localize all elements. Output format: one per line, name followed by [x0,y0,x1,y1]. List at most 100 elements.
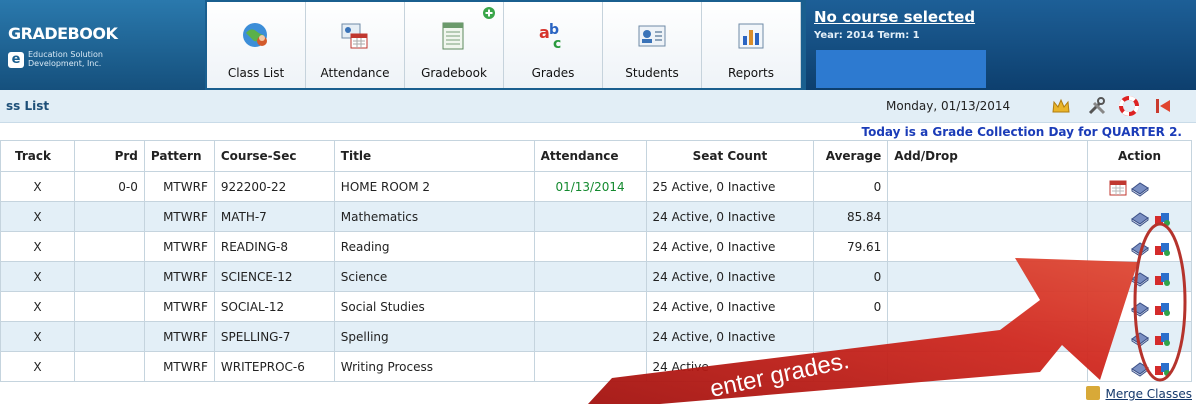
merge-classes-link[interactable]: Merge Classes [1106,387,1192,401]
cell-add-drop [887,351,1089,382]
cell-add-drop [887,321,1089,352]
tab-reports-label: Reports [727,66,775,80]
cell-prd: 0-0 [73,171,145,202]
cell-average: 85.84 [813,201,889,232]
company-logo-icon: e [8,52,24,68]
tab-attendance-label: Attendance [320,66,390,80]
cell-action [1087,231,1192,262]
main-nav: Class List Attendance Gradebook a b c Gr… [207,2,801,88]
col-seat-count[interactable]: Seat Count [645,140,815,172]
table-row[interactable]: X MTWRF MATH-7 Mathematics 24 Active, 0 … [0,201,1192,232]
gradebook-book-icon[interactable] [1130,329,1150,347]
table-row[interactable]: X MTWRF SCIENCE-12 Science 24 Active, 0 … [0,261,1192,292]
brand-panel: GRADEBOOK e Education Solution Developme… [0,0,205,90]
cell-pattern: MTWRF [143,171,215,202]
cell-title: Mathematics [333,201,535,232]
cell-add-drop [887,201,1089,232]
sub-bar: ss List Monday, 01/13/2014 [0,90,1196,123]
gradebook-book-icon[interactable] [1130,209,1150,227]
help-lifebuoy-icon[interactable] [1118,95,1140,117]
cell-track: X [0,261,75,292]
tab-class-list[interactable]: Class List [207,2,306,88]
cell-add-drop [887,261,1089,292]
cell-pattern: MTWRF [143,261,215,292]
enter-grades-icon[interactable] [1152,239,1172,257]
attendance-calendar-icon[interactable] [1108,179,1128,197]
col-prd[interactable]: Prd [73,140,145,172]
gradebook-book-icon[interactable] [1130,299,1150,317]
merge-classes-icon[interactable] [1086,386,1100,400]
cell-action [1087,171,1192,202]
logout-icon[interactable] [1152,95,1174,117]
cell-seat-count: 25 Active, 0 Inactive [645,171,815,202]
gradebook-book-icon[interactable] [1130,179,1150,197]
cell-prd [73,261,145,292]
cell-prd [73,231,145,262]
enter-grades-icon[interactable] [1152,299,1172,317]
cell-attendance [533,291,647,322]
table-row[interactable]: X 0-0 MTWRF 922200-22 HOME ROOM 2 01/13/… [0,171,1192,202]
cell-course-sec: SPELLING-7 [213,321,335,352]
gradebook-book-icon[interactable] [1130,239,1150,257]
class-list-table: Track Prd Pattern Course-Sec Title Atten… [0,140,1192,382]
table-row[interactable]: X MTWRF READING-8 Reading 24 Active, 0 I… [0,231,1192,262]
enter-grades-icon[interactable] [1152,209,1172,227]
globe-person-icon [243,23,267,47]
company-name: Education Solution Development, Inc. [28,50,103,68]
col-title[interactable]: Title [333,140,535,172]
enter-grades-icon[interactable] [1152,269,1172,287]
current-date: Monday, 01/13/2014 [886,99,1011,113]
cell-attendance[interactable]: 01/13/2014 [533,171,647,202]
col-action: Action [1087,140,1192,172]
course-selector-box[interactable] [816,50,986,88]
cell-average [813,321,889,352]
col-pattern[interactable]: Pattern [143,140,215,172]
table-row[interactable]: X MTWRF SPELLING-7 Spelling 24 Active, 0… [0,321,1192,352]
tools-icon[interactable] [1086,95,1108,117]
add-icon[interactable] [482,6,496,20]
cell-action [1087,261,1192,292]
cell-title: HOME ROOM 2 [333,171,535,202]
cell-seat-count: 24 Active, 0 Inactive [645,201,815,232]
tab-students[interactable]: Students [603,2,702,88]
col-course-sec[interactable]: Course-Sec [213,140,335,172]
enter-grades-icon[interactable] [1152,329,1172,347]
tab-attendance[interactable]: Attendance [306,2,405,88]
cell-average: 79.61 [813,231,889,262]
col-average[interactable]: Average [813,140,889,172]
table-header-row: Track Prd Pattern Course-Sec Title Atten… [0,140,1192,172]
tab-class-list-label: Class List [227,66,285,80]
app-name: GRADEBOOK [8,24,118,43]
gradebook-book-icon[interactable] [1130,359,1150,377]
grade-collection-notice: Today is a Grade Collection Day for QUAR… [861,125,1182,139]
company-line-1: Education Solution [28,50,103,59]
course-panel: No course selected Year: 2014 Term: 1 [806,0,1196,90]
col-track[interactable]: Track [0,140,75,172]
cell-action [1087,321,1192,352]
cell-title: Spelling [333,321,535,352]
col-attendance[interactable]: Attendance [533,140,647,172]
abc-blocks-icon: a b c [539,22,561,52]
tab-reports[interactable]: Reports [702,2,801,88]
col-add-drop[interactable]: Add/Drop [887,140,1089,172]
cell-add-drop [887,291,1089,322]
cell-title: Social Studies [333,291,535,322]
course-status-link[interactable]: No course selected [814,8,975,26]
gradebook-icon [442,22,464,50]
gradebook-book-icon[interactable] [1130,269,1150,287]
table-row[interactable]: X MTWRF SOCIAL-12 Social Studies 24 Acti… [0,291,1192,322]
cell-attendance [533,231,647,262]
table-row[interactable]: X MTWRF WRITEPROC-6 Writing Process 24 A… [0,351,1192,382]
crown-icon[interactable] [1050,95,1072,117]
cell-action [1087,291,1192,322]
tab-gradebook[interactable]: Gradebook [405,2,504,88]
cell-seat-count: 24 Active, 0 Inactive [645,231,815,262]
cell-course-sec: SOCIAL-12 [213,291,335,322]
cell-course-sec: WRITEPROC-6 [213,351,335,382]
cell-track: X [0,171,75,202]
cell-attendance [533,351,647,382]
tab-grades[interactable]: a b c Grades [504,2,603,88]
enter-grades-icon[interactable] [1152,359,1172,377]
tab-students-label: Students [625,66,679,80]
cell-pattern: MTWRF [143,321,215,352]
